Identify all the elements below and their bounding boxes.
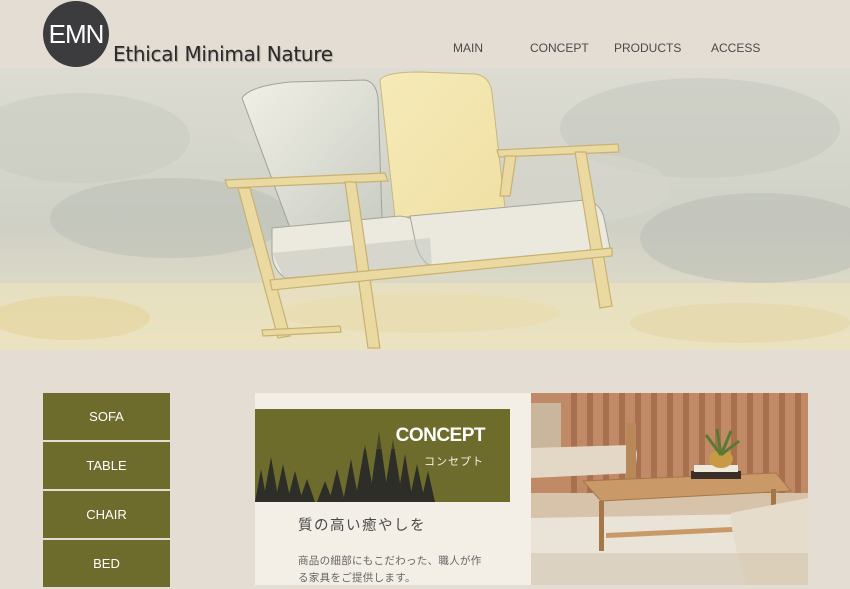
hero-sofa-illustration: [0, 68, 850, 350]
concept-subtitle: コンセプト: [424, 455, 484, 468]
interior-photo: [531, 393, 808, 585]
nav-item-access[interactable]: ACCESS: [711, 41, 760, 55]
concept-body: 商品の細部にもこだわった、職人が作 る家具をご提供します。: [298, 553, 498, 585]
concept-heading: 質の高い癒やしを: [298, 518, 426, 534]
category-label: CHAIR: [86, 507, 127, 522]
nav-item-concept[interactable]: CONCEPT: [530, 41, 589, 55]
concept-title: CONCEPT: [395, 425, 486, 446]
brand-name[interactable]: Ethical Minimal Nature: [113, 42, 333, 66]
logo[interactable]: EMN: [43, 1, 109, 67]
category-item-chair[interactable]: CHAIR: [43, 491, 170, 538]
site-header: EMN Ethical Minimal Nature MAIN CONCEPT …: [0, 0, 850, 68]
category-item-sofa[interactable]: SOFA: [43, 393, 170, 440]
category-label: BED: [93, 556, 120, 571]
category-label: TABLE: [86, 458, 127, 473]
concept-banner[interactable]: CONCEPT コンセプト: [255, 409, 510, 502]
concept-body-line: 商品の細部にもこだわった、職人が作: [298, 555, 482, 567]
category-menu: SOFA TABLE CHAIR BED: [43, 393, 170, 589]
category-item-table[interactable]: TABLE: [43, 442, 170, 489]
category-label: SOFA: [89, 409, 124, 424]
living-room-illustration: [531, 393, 808, 585]
concept-body-line: る家具をご提供します。: [298, 572, 416, 584]
concept-section: CONCEPT コンセプト 質の高い癒やしを 商品の細部にもこだわった、職人が作…: [255, 393, 531, 585]
hero-image: [0, 68, 850, 350]
nav-item-products[interactable]: PRODUCTS: [614, 41, 681, 55]
nav-item-main[interactable]: MAIN: [453, 41, 483, 55]
category-item-bed[interactable]: BED: [43, 540, 170, 587]
logo-text: EMN: [48, 18, 105, 49]
